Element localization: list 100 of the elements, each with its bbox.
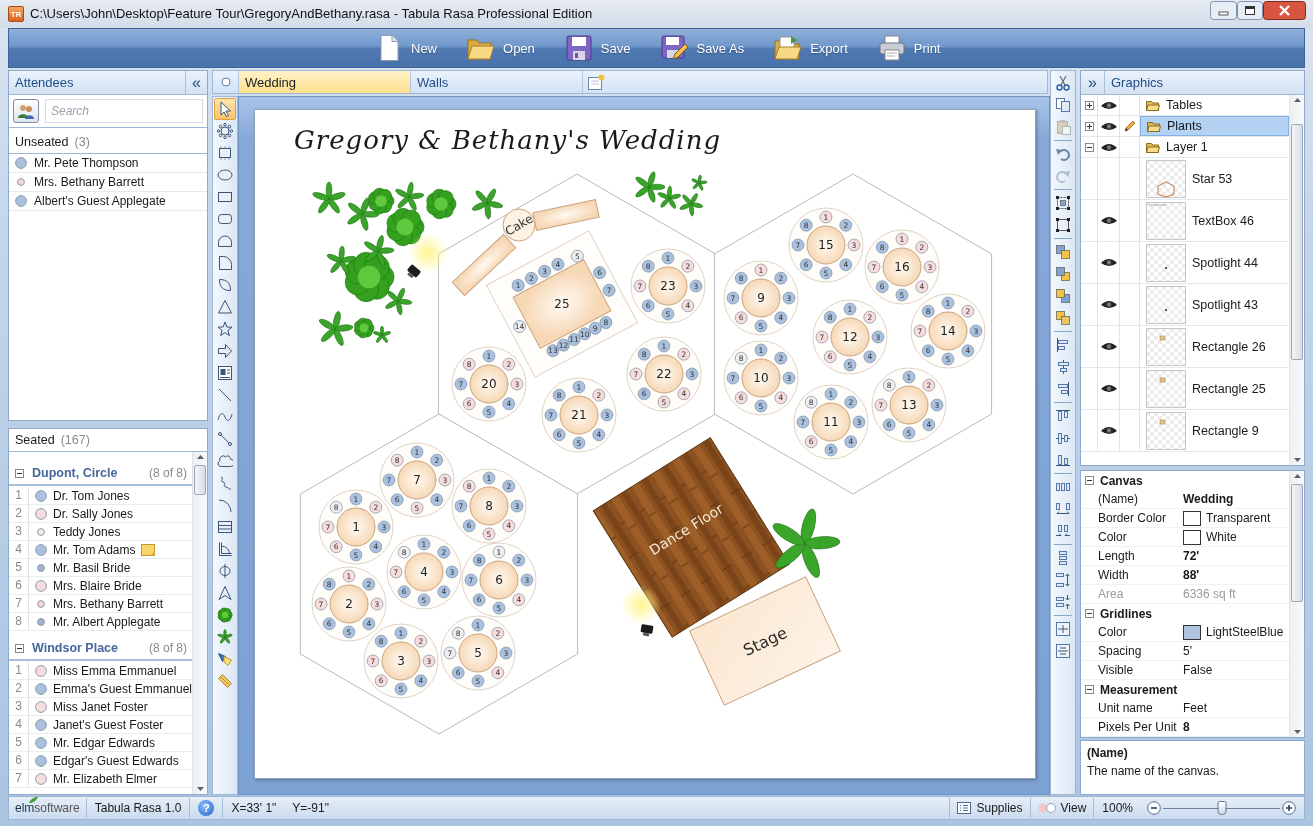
- cloud-icon[interactable]: [217, 453, 233, 469]
- guest-name[interactable]: Mr. Tom Adams: [53, 542, 136, 557]
- eye-icon[interactable]: [1100, 342, 1117, 351]
- collapse-icon[interactable]: [1085, 609, 1094, 618]
- d-shape-icon[interactable]: [217, 255, 233, 271]
- property-value[interactable]: 72': [1183, 549, 1200, 563]
- layer-item[interactable]: Tables: [1140, 95, 1289, 115]
- align-top-icon[interactable]: [1055, 408, 1071, 424]
- collapse-icon[interactable]: [1084, 142, 1094, 152]
- palm-icon[interactable]: [217, 629, 233, 645]
- attendee-name[interactable]: Albert's Guest Applegate: [34, 194, 166, 208]
- scroll-thumb[interactable]: [1291, 484, 1303, 602]
- eye-icon[interactable]: [1100, 142, 1117, 152]
- close-icon[interactable]: [1263, 1, 1306, 20]
- chevron-triangle-icon[interactable]: [217, 585, 233, 601]
- layer-item[interactable]: Spotlight 43: [1140, 284, 1289, 325]
- tab[interactable]: Walls: [411, 71, 583, 93]
- scrollbar[interactable]: [192, 452, 207, 794]
- guest-name[interactable]: Mr. Elizabeth Elmer: [53, 771, 158, 786]
- slider-thumb[interactable]: [1217, 801, 1226, 815]
- space-vertical-grow-icon[interactable]: [1055, 572, 1071, 588]
- layer-item[interactable]: Rectangle 25: [1140, 368, 1289, 409]
- toolbar-button[interactable]: Save As: [660, 31, 745, 65]
- supplies-button[interactable]: Supplies: [950, 797, 1030, 819]
- align-bottom-icon[interactable]: [1055, 452, 1071, 468]
- guest-name[interactable]: Janet's Guest Foster: [53, 717, 164, 732]
- guest-name[interactable]: Miss Emma Emmanuel: [53, 663, 177, 678]
- eye-icon[interactable]: [1100, 300, 1117, 309]
- star-icon[interactable]: [217, 321, 233, 337]
- expand-button[interactable]: »: [1081, 71, 1105, 94]
- guest-name[interactable]: Emma's Guest Emmanuel: [53, 681, 192, 696]
- triangle-icon[interactable]: [217, 299, 233, 315]
- toolbar-button[interactable]: Export: [774, 31, 848, 65]
- expand-icon[interactable]: [1084, 121, 1094, 131]
- property-value[interactable]: False: [1183, 663, 1213, 677]
- text-box-icon[interactable]: [217, 365, 233, 381]
- scroll-down-icon[interactable]: [1293, 458, 1301, 462]
- eye-icon[interactable]: [1100, 426, 1117, 435]
- scroll-up-icon[interactable]: [196, 455, 204, 459]
- guest-name[interactable]: Edgar's Guest Edwards: [53, 753, 179, 768]
- ungroup-icon[interactable]: [1055, 217, 1071, 233]
- same-height-icon[interactable]: [1055, 643, 1071, 659]
- toolbar-button[interactable]: Print: [877, 31, 941, 65]
- guest-name[interactable]: Dr. Sally Jones: [53, 506, 134, 521]
- line-endpoints-icon[interactable]: [217, 431, 233, 447]
- new-tab-icon[interactable]: [588, 74, 605, 90]
- zoom-slider[interactable]: [1163, 800, 1280, 816]
- same-width-icon[interactable]: [1055, 621, 1071, 637]
- send-backward-icon[interactable]: [1055, 310, 1071, 326]
- toolbar-button[interactable]: Save: [564, 31, 631, 65]
- scroll-up-icon[interactable]: [1293, 98, 1301, 102]
- eye-icon[interactable]: [1100, 384, 1117, 393]
- scroll-thumb[interactable]: [1291, 124, 1303, 360]
- attendee-name[interactable]: Mr. Pete Thompson: [34, 156, 139, 170]
- pointer-icon[interactable]: [214, 98, 236, 120]
- ellipse-icon[interactable]: [217, 167, 233, 183]
- ruler-icon[interactable]: [217, 673, 233, 689]
- align-center-icon[interactable]: [1055, 359, 1071, 375]
- bush-icon[interactable]: [217, 607, 233, 623]
- guest-name[interactable]: Dr. Tom Jones: [53, 488, 130, 503]
- align-middle-icon[interactable]: [1055, 430, 1071, 446]
- toolbar-button[interactable]: Open: [467, 31, 535, 65]
- guest-name[interactable]: Mrs. Bethany Barrett: [53, 596, 164, 611]
- collapse-button[interactable]: «: [185, 71, 207, 94]
- toolbar-button[interactable]: New: [375, 31, 437, 65]
- stacked-rectangles-icon[interactable]: [217, 519, 233, 535]
- guest-name[interactable]: Miss Janet Foster: [53, 699, 148, 714]
- property-value[interactable]: Feet: [1183, 701, 1207, 715]
- layer-item[interactable]: Rectangle 9: [1140, 410, 1289, 451]
- eye-icon[interactable]: [1100, 258, 1117, 267]
- align-right-icon[interactable]: [1055, 381, 1071, 397]
- guest-name[interactable]: Teddy Jones: [53, 524, 121, 539]
- tab[interactable]: Wedding: [239, 71, 411, 93]
- arc-icon[interactable]: [217, 497, 233, 513]
- maximize-icon[interactable]: [1237, 1, 1263, 20]
- rectangle-icon[interactable]: [217, 189, 233, 205]
- property-value[interactable]: 88': [1183, 568, 1200, 582]
- space-horizontal-grow-icon[interactable]: [1055, 501, 1071, 517]
- layer-item[interactable]: Star 53: [1140, 158, 1289, 199]
- scissors-icon[interactable]: [1055, 75, 1071, 91]
- group-icon[interactable]: [1055, 195, 1071, 211]
- eye-icon[interactable]: [1100, 216, 1117, 225]
- circle-icon[interactable]: [220, 77, 231, 87]
- collapse-icon[interactable]: [15, 468, 24, 478]
- eye-icon[interactable]: [1100, 100, 1117, 110]
- property-value[interactable]: LightSteelBlue: [1206, 625, 1284, 639]
- rectangle-table-icon[interactable]: [217, 145, 233, 161]
- eye-icon[interactable]: [1100, 121, 1117, 131]
- attendee-name[interactable]: Mrs. Bethany Barrett: [34, 175, 145, 189]
- spotlight-icon[interactable]: [217, 651, 233, 667]
- layer-item[interactable]: Plants: [1140, 116, 1289, 136]
- property-value[interactable]: 5': [1183, 644, 1192, 658]
- pipe-icon[interactable]: [217, 563, 233, 579]
- layer-item[interactable]: TextBox 46: [1140, 200, 1289, 241]
- guest-name[interactable]: Mr. Basil Bride: [53, 560, 131, 575]
- dome-icon[interactable]: [217, 233, 233, 249]
- layer-item[interactable]: Layer 1: [1140, 137, 1289, 157]
- expand-icon[interactable]: [1084, 100, 1094, 110]
- guest-name[interactable]: Mr. Albert Applegate: [53, 614, 161, 629]
- bring-to-front-icon[interactable]: [1055, 244, 1071, 260]
